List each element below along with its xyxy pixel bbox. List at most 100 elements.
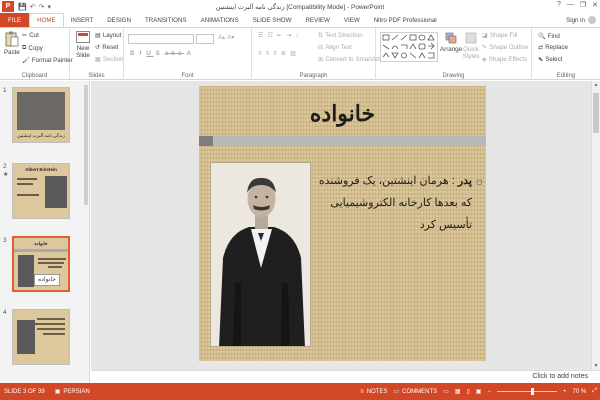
- shape-effects-button[interactable]: ◈ Shape Effects: [482, 56, 527, 63]
- sign-in-label[interactable]: Sign in: [566, 17, 585, 24]
- reset-label: Reset: [102, 44, 119, 51]
- tab-review[interactable]: REVIEW: [298, 13, 336, 27]
- scroll-down-icon[interactable]: ▼: [592, 362, 600, 370]
- slide-show-icon[interactable]: ▣: [476, 388, 482, 395]
- shapes-gallery[interactable]: [380, 32, 438, 62]
- sign-in[interactable]: Sign in: [566, 16, 596, 24]
- shape-outline-button[interactable]: ✎ Shape Outline: [482, 44, 528, 51]
- list-buttons[interactable]: ☰ ☷ ⇤ ⇥ ↕: [258, 32, 301, 39]
- tab-home[interactable]: HOME: [29, 13, 64, 27]
- tab-animations[interactable]: ANIMATIONS: [194, 13, 246, 27]
- reading-view-icon[interactable]: ▯: [466, 388, 469, 395]
- shape-fill-button[interactable]: ◪ Shape Fill: [482, 32, 517, 39]
- thumb-title: Albert Einstein: [25, 167, 57, 172]
- restore-button[interactable]: ❐: [580, 1, 586, 9]
- slide-thumbnail-3[interactable]: خانواده خانواده: [12, 236, 70, 292]
- slide-title[interactable]: خانواده: [199, 101, 486, 127]
- outdent-icon[interactable]: ⇥: [286, 32, 293, 39]
- effects-icon: ◈: [482, 56, 487, 63]
- font-label: Font: [181, 73, 194, 79]
- align-center-icon[interactable]: ≡: [266, 50, 272, 57]
- paste-button[interactable]: Paste: [4, 31, 20, 56]
- close-button[interactable]: ✕: [592, 1, 598, 9]
- notes-placeholder[interactable]: Click to add notes: [532, 373, 588, 380]
- thumb-text-line: [38, 258, 66, 260]
- tab-design[interactable]: DESIGN: [100, 13, 138, 27]
- scroll-up-icon[interactable]: ▲: [592, 81, 600, 89]
- slide-sorter-icon[interactable]: ▦: [455, 388, 461, 395]
- font-color-icon[interactable]: A: [186, 50, 193, 57]
- notes-pane[interactable]: Click to add notes: [91, 370, 600, 383]
- arrange-button[interactable]: Arrange: [440, 32, 462, 53]
- font-size-buttons[interactable]: A▴ A▾: [218, 34, 234, 41]
- section-button[interactable]: ▦ Section: [95, 56, 124, 63]
- zoom-out-icon[interactable]: −: [487, 389, 491, 395]
- save-icon[interactable]: 💾: [18, 3, 27, 11]
- minimize-button[interactable]: —: [567, 1, 574, 9]
- align-right-icon[interactable]: ≡: [273, 50, 279, 57]
- language-indicator[interactable]: ▣ PERSIAN: [55, 388, 90, 396]
- tab-file[interactable]: FILE: [0, 13, 30, 27]
- tab-nitro-pdf[interactable]: Nitro PDF Professional: [367, 13, 444, 27]
- format-painter-button[interactable]: 🖌 Format Painter: [22, 56, 73, 65]
- zoom-in-icon[interactable]: +: [563, 389, 567, 395]
- customize-qat-icon[interactable]: ▾: [47, 3, 51, 11]
- zoom-slider[interactable]: [496, 388, 557, 395]
- tab-insert[interactable]: INSERT: [64, 13, 101, 27]
- bold-icon[interactable]: B: [130, 50, 137, 57]
- pen-icon: ✎: [482, 44, 488, 51]
- help-icon[interactable]: ?: [557, 1, 561, 9]
- replace-button[interactable]: ⇄ Replace: [538, 44, 568, 51]
- zoom-level[interactable]: 70 %: [573, 389, 587, 395]
- reset-button[interactable]: ↺ Reset: [95, 44, 118, 51]
- arrange-icon: [445, 32, 457, 44]
- font-size-box[interactable]: [196, 34, 214, 44]
- thumbnail-scrollbar[interactable]: [84, 85, 88, 205]
- italic-icon[interactable]: I: [139, 50, 144, 57]
- slide-thumbnail-4[interactable]: [12, 309, 70, 365]
- underline-icon[interactable]: U: [146, 50, 153, 57]
- cut-button[interactable]: ✂ Cut: [22, 32, 39, 39]
- slide-thumbnail-1[interactable]: زندگی نامه آلبرت اینشتین: [12, 87, 70, 143]
- copy-button[interactable]: ⧉ Copy: [22, 44, 43, 52]
- slide-body-text[interactable]: پدر : هرمان اینشتین، یک فروشنده که بعدها…: [312, 170, 472, 236]
- tab-view[interactable]: VIEW: [337, 13, 367, 27]
- bullets-icon[interactable]: ☰: [258, 32, 266, 39]
- align-left-icon[interactable]: ≡: [258, 50, 264, 57]
- smartart-button[interactable]: ⊞ Convert to SmartArt: [318, 56, 380, 63]
- portrait-photo[interactable]: [210, 162, 311, 347]
- justify-icon[interactable]: ≣: [281, 50, 288, 57]
- align-buttons[interactable]: ≡ ≡ ≡ ≣ ▥: [258, 50, 298, 57]
- new-slide-button[interactable]: New Slide: [73, 31, 93, 59]
- align-text-button[interactable]: ⊟ Align Text: [318, 44, 352, 51]
- fit-slide-icon[interactable]: ⤢: [592, 388, 597, 395]
- tab-transitions[interactable]: TRANSITIONS: [138, 13, 194, 27]
- tab-slide-show[interactable]: SLIDE SHOW: [246, 13, 299, 27]
- shadow-icon[interactable]: S: [156, 50, 163, 57]
- thumb-photo: [18, 255, 34, 287]
- comments-label: COMMENTS: [402, 388, 438, 395]
- notes-button[interactable]: ≡ NOTES: [360, 389, 387, 395]
- smiley-feedback-icon[interactable]: [588, 16, 596, 24]
- indent-icon[interactable]: ⇤: [277, 32, 284, 39]
- comments-button[interactable]: ▭ COMMENTS: [393, 388, 438, 396]
- find-button[interactable]: 🔍 Find: [538, 32, 560, 41]
- slide-thumbnail-2[interactable]: Albert Einstein: [12, 163, 70, 219]
- numbering-icon[interactable]: ☷: [268, 32, 276, 39]
- zoom-slider-knob[interactable]: [531, 388, 535, 395]
- text-direction-button[interactable]: ⇅ Text Direction: [318, 32, 363, 39]
- redo-icon[interactable]: ↷: [39, 3, 45, 11]
- line-spacing-icon[interactable]: ↕: [296, 32, 301, 39]
- canvas-scrollbar[interactable]: ▲ ▼: [591, 81, 600, 370]
- columns-icon[interactable]: ▥: [290, 50, 298, 57]
- current-slide[interactable]: خانواده ◻ پدر: هرمان اینشتین، یک فروشند…: [199, 86, 486, 361]
- normal-view-icon[interactable]: ▭: [443, 388, 449, 395]
- font-name-box[interactable]: [128, 34, 194, 44]
- strikethrough-icon[interactable]: abc: [165, 50, 185, 57]
- font-style-buttons[interactable]: B I U Sabc A: [130, 50, 194, 57]
- quick-styles-button[interactable]: Quick Styles: [462, 32, 480, 60]
- undo-icon[interactable]: ↶: [30, 3, 36, 11]
- scrollbar-thumb[interactable]: [593, 93, 599, 133]
- select-button[interactable]: ⬉ Select: [538, 56, 562, 63]
- layout-button[interactable]: ▤ Layout: [95, 32, 121, 39]
